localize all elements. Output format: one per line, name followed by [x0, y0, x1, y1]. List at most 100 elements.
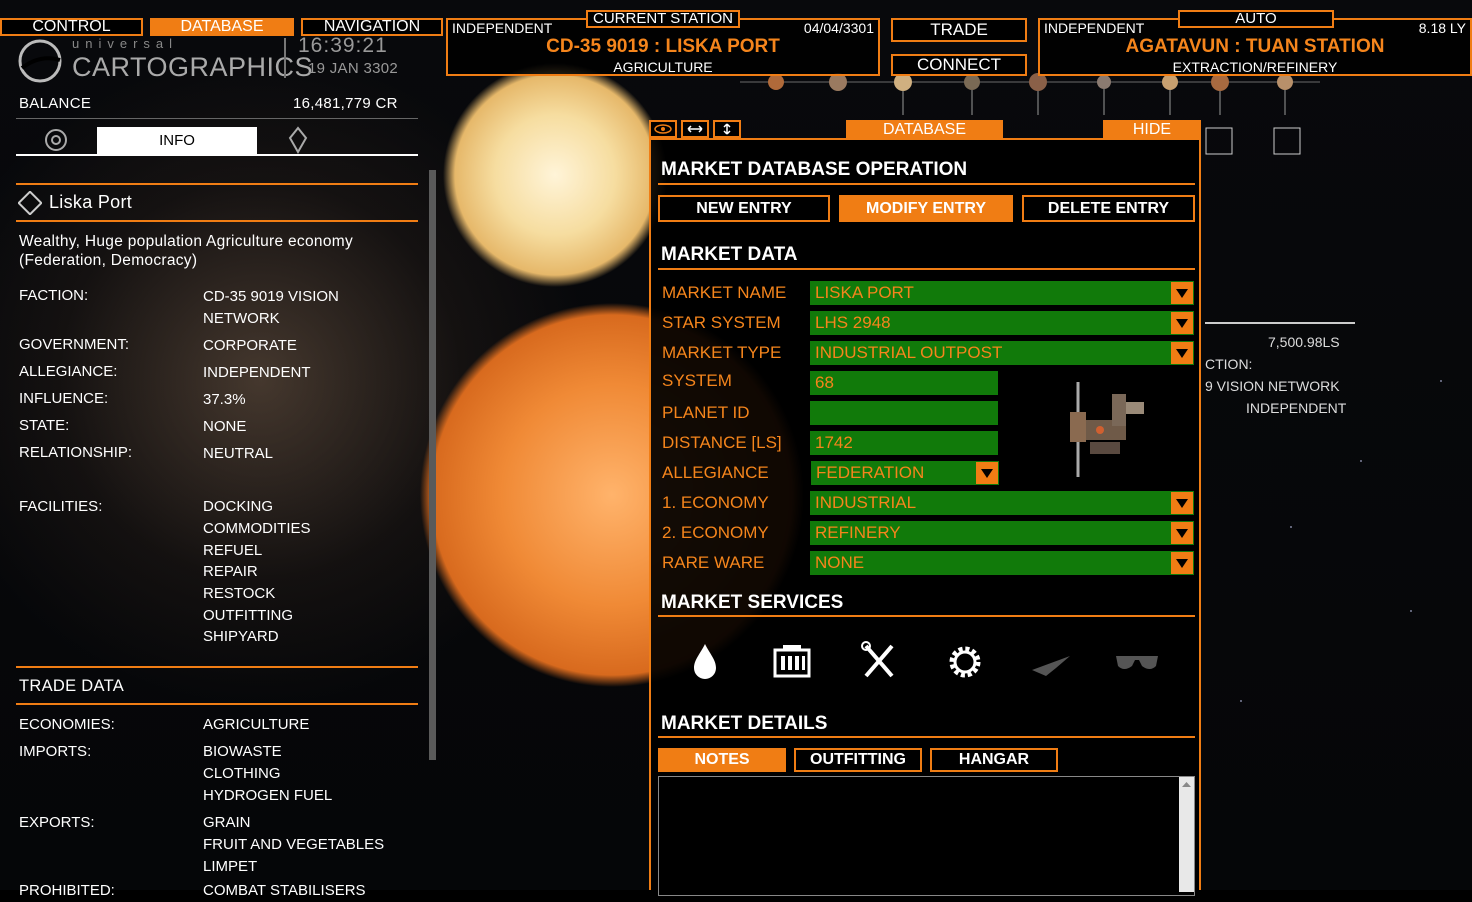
- market-name-label: MARKET NAME: [662, 283, 787, 302]
- brand-line1: universal: [72, 36, 179, 51]
- trade-button[interactable]: TRADE: [891, 18, 1027, 42]
- station-name: Liska Port: [49, 192, 133, 212]
- economy2-label: 2. ECONOMY: [662, 523, 769, 542]
- scroll-up-icon[interactable]: [1179, 778, 1194, 790]
- background-star: [1410, 610, 1412, 612]
- export-item: FRUIT AND VEGETABLES: [203, 836, 385, 853]
- planet-icon: [1277, 74, 1293, 90]
- delete-entry-button[interactable]: DELETE ENTRY: [1022, 195, 1195, 222]
- rare-ware-select[interactable]: NONE: [810, 551, 1194, 575]
- economy-item: AGRICULTURE: [203, 716, 310, 733]
- planet-id-input[interactable]: [810, 401, 998, 425]
- market-database-window: MARKET DATABASE OPERATION NEW ENTRY MODI…: [649, 138, 1201, 896]
- influence-key: INFLUENCE:: [19, 390, 109, 407]
- planet-icon: [964, 74, 980, 90]
- rule: [16, 220, 418, 222]
- star-system-select[interactable]: LHS 2948: [810, 311, 1194, 335]
- target-station-name: AGATAVUN : TUAN STATION: [1125, 36, 1385, 57]
- notes-textarea[interactable]: [658, 776, 1195, 896]
- balance-value: 16,481,779 CR: [293, 95, 398, 112]
- imports-key: IMPORTS:: [19, 743, 92, 760]
- dropdown-arrow-icon[interactable]: [1171, 282, 1193, 304]
- current-station-economy: AGRICULTURE: [613, 59, 713, 75]
- economy2-value: REFINERY: [815, 523, 901, 542]
- refuel-drop-icon[interactable]: [680, 640, 730, 684]
- resize-horizontal-button[interactable]: [681, 120, 709, 138]
- view-toggle-button[interactable]: [649, 120, 677, 138]
- star-system-value: LHS 2948: [815, 313, 891, 332]
- planet-id-label: PLANET ID: [662, 403, 750, 422]
- tab-navigation[interactable]: NAVIGATION: [301, 18, 443, 36]
- shipyard-ship-icon[interactable]: [1026, 640, 1076, 684]
- tab-info[interactable]: INFO: [97, 127, 257, 154]
- economy2-select[interactable]: REFINERY: [810, 521, 1194, 545]
- db-tab-hide[interactable]: HIDE: [1103, 120, 1201, 138]
- dropdown-arrow-icon[interactable]: [1171, 342, 1193, 364]
- dropdown-arrow-icon[interactable]: [1171, 312, 1193, 334]
- bg-divider: [1205, 322, 1355, 324]
- distance-input[interactable]: 1742: [810, 431, 998, 455]
- export-item: GRAIN: [203, 814, 251, 831]
- connect-button[interactable]: CONNECT: [891, 54, 1027, 76]
- current-station-name: CD-35 9019 : LISKA PORT: [546, 36, 780, 57]
- state-value: NONE: [203, 418, 247, 435]
- rule: [16, 703, 418, 705]
- outfitting-gear-icon[interactable]: [940, 640, 990, 684]
- target-distance: 8.18 LY: [1418, 20, 1466, 36]
- rule: [16, 666, 418, 668]
- tab-notes[interactable]: NOTES: [658, 748, 786, 772]
- tab-underline: [16, 154, 418, 156]
- dropdown-arrow-icon[interactable]: [976, 462, 998, 484]
- cartographics-logo-icon: [18, 39, 62, 83]
- tab-hangar[interactable]: HANGAR: [930, 748, 1058, 772]
- notes-scrollbar[interactable]: [1179, 777, 1194, 892]
- facility-item: COMMODITIES: [203, 520, 311, 537]
- tab-database[interactable]: DATABASE: [150, 18, 294, 36]
- relationship-value: NEUTRAL: [203, 445, 274, 462]
- location-pin-icon[interactable]: [288, 126, 308, 154]
- dropdown-arrow-icon[interactable]: [1171, 522, 1193, 544]
- repair-tools-icon[interactable]: [854, 640, 904, 684]
- brand-divider: [284, 38, 286, 78]
- background-star: [1290, 526, 1292, 528]
- market-type-select[interactable]: INDUSTRIAL OUTPOST: [810, 341, 1194, 365]
- planet-icon: [1097, 75, 1111, 89]
- current-station-label: CURRENT STATION: [586, 10, 740, 28]
- economy1-select[interactable]: INDUSTRIAL: [810, 491, 1194, 515]
- clock-date: 19 JAN 3302: [308, 60, 399, 77]
- modify-entry-button[interactable]: MODIFY ENTRY: [839, 195, 1013, 222]
- rare-ware-value: NONE: [815, 553, 865, 572]
- allegiance-key: ALLEGIANCE:: [19, 363, 118, 380]
- new-entry-button[interactable]: NEW ENTRY: [658, 195, 830, 222]
- market-type-value: INDUSTRIAL OUTPOST: [815, 343, 1003, 362]
- dropdown-arrow-icon[interactable]: [1171, 492, 1193, 514]
- left-info-panel: universal CARTOGRAPHICS 16:39:21 19 JAN …: [0, 34, 440, 899]
- commodities-crate-icon[interactable]: [767, 640, 817, 684]
- government-value: CORPORATE: [203, 337, 297, 354]
- target-icon[interactable]: [44, 128, 68, 152]
- rare-ware-label: RARE WARE: [662, 553, 765, 572]
- state-key: STATE:: [19, 417, 70, 434]
- tab-control[interactable]: CONTROL: [0, 18, 143, 36]
- black-market-glasses-icon[interactable]: [1112, 640, 1162, 684]
- auto-label[interactable]: AUTO: [1178, 10, 1334, 28]
- allegiance-select[interactable]: FEDERATION: [811, 461, 999, 485]
- planet-icon: [1162, 74, 1178, 90]
- import-item: CLOTHING: [203, 765, 281, 782]
- bg-allegiance: INDEPENDENT: [1246, 400, 1347, 416]
- brand-line2: CARTOGRAPHICS: [72, 52, 314, 82]
- left-scrollbar[interactable]: [429, 170, 436, 760]
- market-name-select[interactable]: LISKA PORT: [810, 281, 1194, 305]
- government-key: GOVERNMENT:: [19, 336, 130, 353]
- prohibited-item: COMBAT STABILISERS: [203, 882, 366, 899]
- resize-vertical-button[interactable]: [713, 120, 741, 138]
- planet-icon: [768, 74, 784, 90]
- dropdown-arrow-icon[interactable]: [1171, 552, 1193, 574]
- rule: [658, 615, 1195, 617]
- prohibited-key: PROHIBITED:: [19, 882, 115, 899]
- db-tab-database[interactable]: DATABASE: [846, 120, 1003, 138]
- tab-outfitting[interactable]: OUTFITTING: [794, 748, 922, 772]
- target-station-economy: EXTRACTION/REFINERY: [1172, 59, 1338, 75]
- current-date: 04/04/3301: [803, 20, 874, 36]
- system-input[interactable]: 68: [810, 371, 998, 395]
